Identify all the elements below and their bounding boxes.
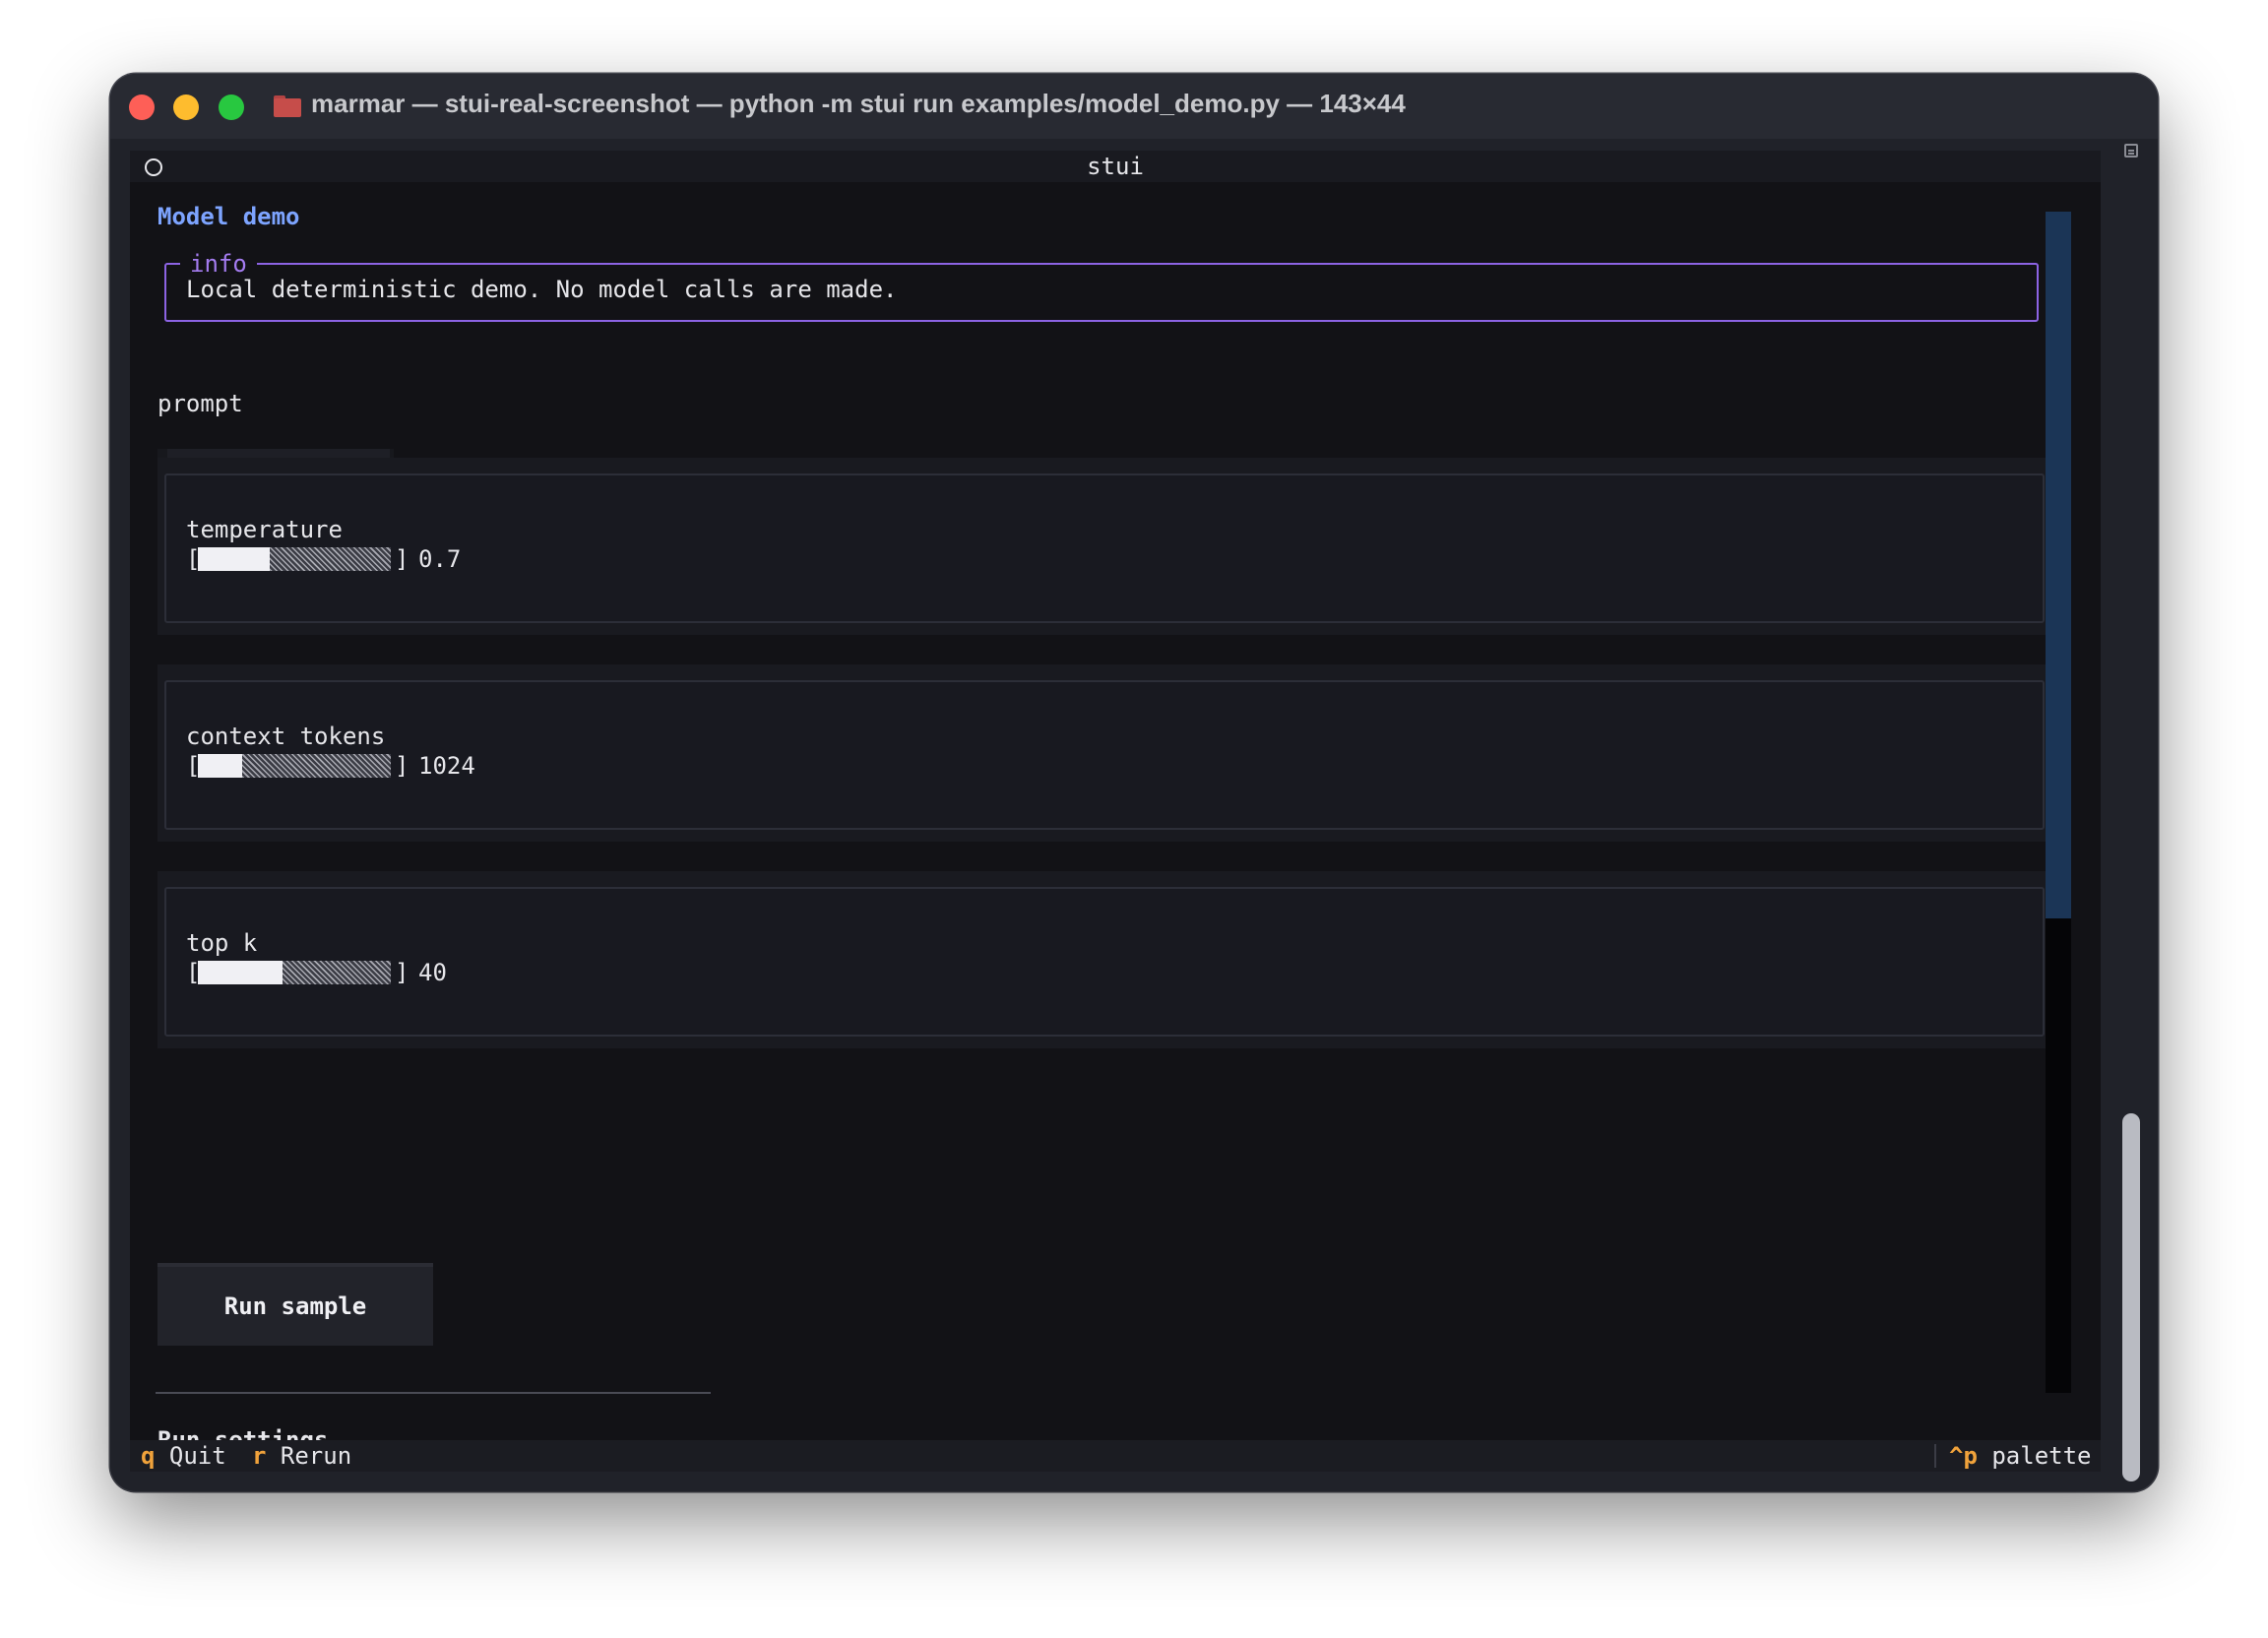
footer-bar: q Quit r Rerun ^p palette	[130, 1440, 2101, 1472]
content-scrollbar[interactable]	[2046, 212, 2071, 1393]
temperature-slider-frame: temperature [ ] 0.7	[164, 473, 2045, 623]
quit-label: Quit	[168, 1442, 226, 1470]
context-tokens-label: context tokens	[186, 723, 386, 750]
window-title: marmar — stui-real-screenshot — python -…	[311, 89, 1406, 118]
context-tokens-slider-frame: context tokens [ ] 1024	[164, 680, 2045, 830]
rerun-label: Rerun	[280, 1442, 352, 1470]
temperature-slider-card: temperature [ ] 0.7	[158, 458, 2051, 635]
top-k-slider-frame: top k [ ] 40	[164, 887, 2045, 1037]
minimize-window-button[interactable]	[173, 94, 199, 120]
prompt-label: prompt	[158, 390, 243, 417]
temperature-label: temperature	[186, 516, 343, 543]
slider-close-bracket: ]	[395, 752, 410, 780]
palette-label: palette	[1991, 1442, 2092, 1470]
terminal-scrollbar[interactable]	[2107, 139, 2146, 1481]
context-tokens-value: 1024	[418, 752, 475, 780]
quit-binding[interactable]: q Quit	[141, 1440, 226, 1472]
close-window-button[interactable]	[129, 94, 155, 120]
top-k-value: 40	[418, 959, 447, 986]
folder-icon	[274, 95, 301, 117]
rerun-key: r	[252, 1442, 267, 1470]
rerun-binding[interactable]: r Rerun	[252, 1440, 351, 1472]
info-panel: info Local deterministic demo. No model …	[164, 249, 2039, 322]
slider-close-bracket: ]	[395, 545, 410, 573]
content-scrollbar-thumb[interactable]	[2046, 212, 2071, 918]
app-header-title: stui	[1087, 153, 1144, 180]
terminal-content: stui Model demo info Local deterministic…	[130, 151, 2101, 1472]
zoom-window-button[interactable]	[219, 94, 244, 120]
quit-key: q	[141, 1442, 156, 1470]
terminal-window: marmar — stui-real-screenshot — python -…	[110, 74, 2158, 1491]
section-divider	[156, 1392, 711, 1394]
slider-fill	[198, 547, 270, 571]
run-sample-button[interactable]: Run sample	[158, 1263, 433, 1346]
top-k-label: top k	[186, 929, 258, 957]
slider-fill	[198, 754, 243, 778]
title-bar: marmar — stui-real-screenshot — python -…	[110, 74, 2158, 139]
footer-separator	[1934, 1444, 1936, 1468]
slider-close-bracket: ]	[395, 959, 410, 986]
app-header: stui	[130, 151, 2101, 182]
terminal-scrollbar-thumb[interactable]	[2122, 1113, 2140, 1481]
slider-track[interactable]	[198, 754, 391, 778]
palette-key: ^p	[1949, 1442, 1978, 1470]
slider-track[interactable]	[198, 547, 391, 571]
palette-binding[interactable]: ^p palette	[1949, 1440, 2092, 1472]
top-k-slider-card: top k [ ] 40	[158, 871, 2051, 1048]
page-title: Model demo	[158, 203, 300, 230]
slider-track[interactable]	[198, 961, 391, 984]
temperature-value: 0.7	[418, 545, 462, 573]
info-text: Local deterministic demo. No model calls…	[186, 276, 898, 303]
slider-fill	[198, 961, 284, 984]
context-tokens-slider-card: context tokens [ ] 1024	[158, 664, 2051, 842]
